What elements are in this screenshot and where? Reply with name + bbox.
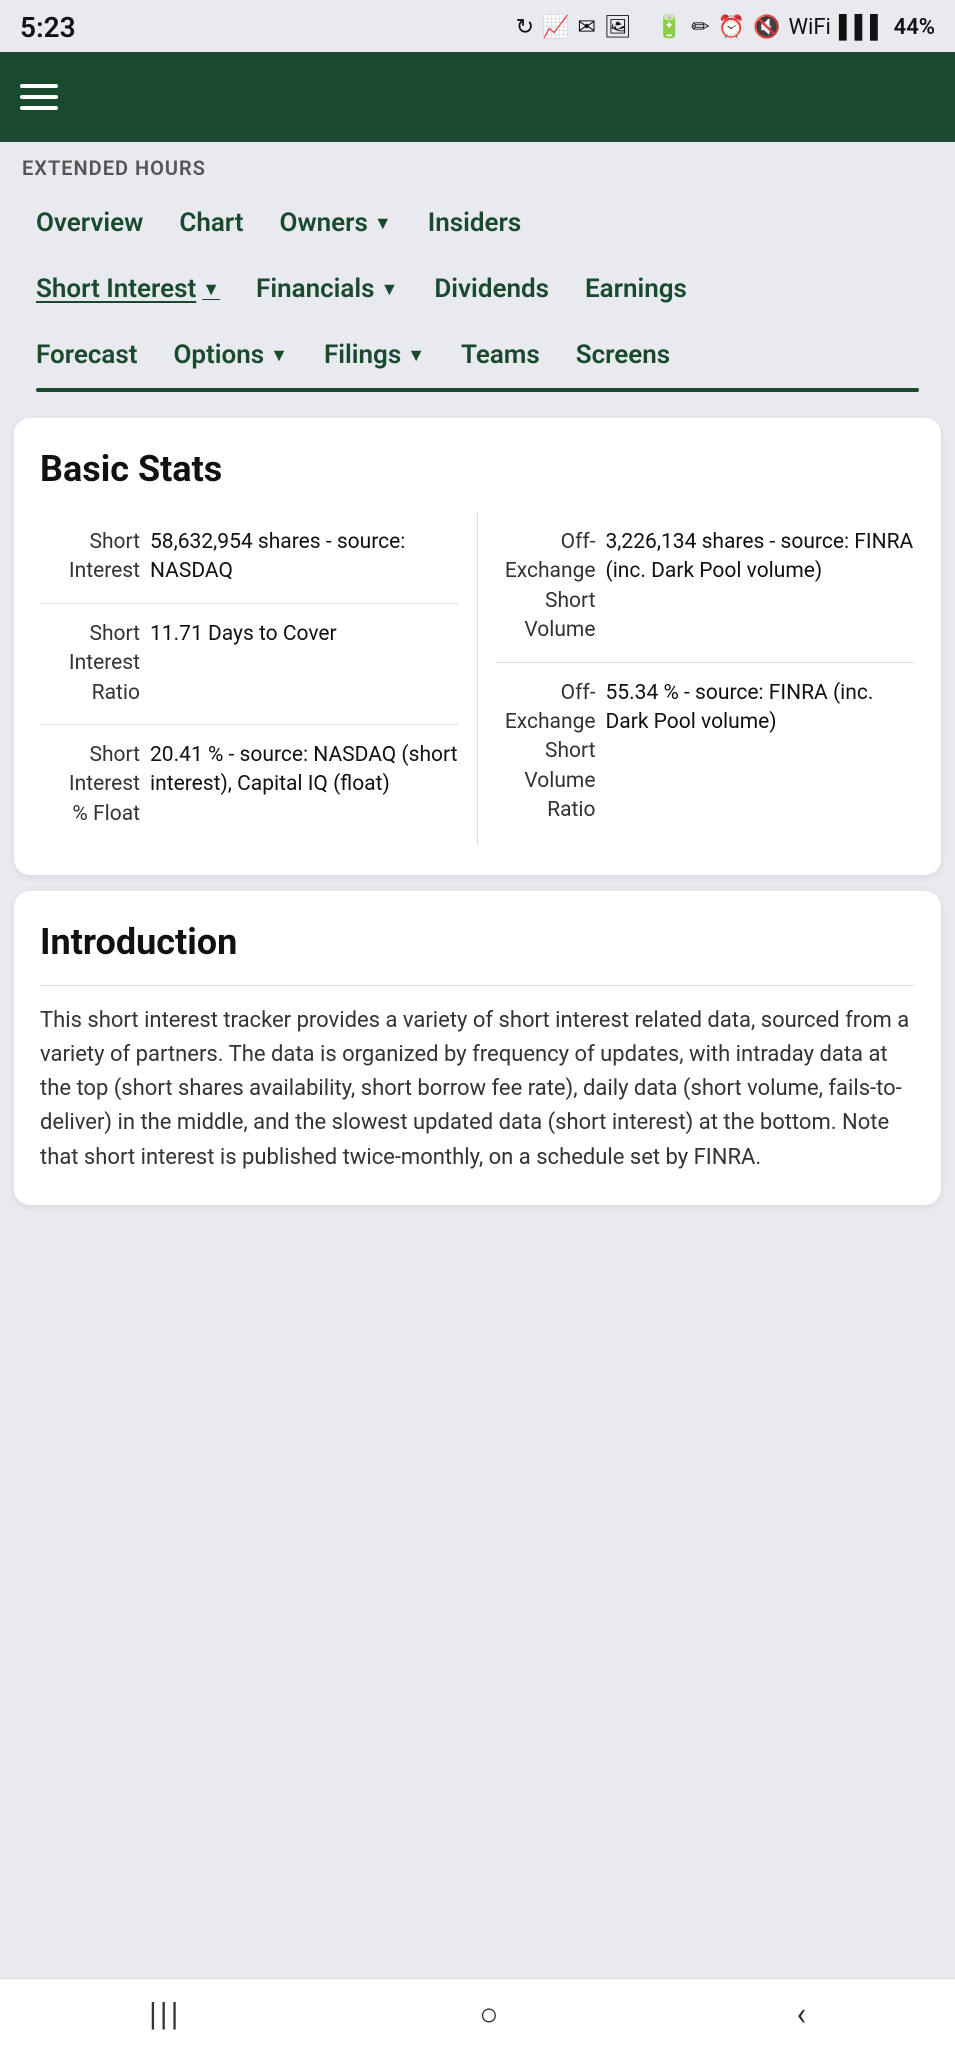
stat-value-oesvr: 55.34 % - source: FINRA (inc. Dark Pool … [606,679,916,738]
nav-item-filings[interactable]: Filings ▼ [306,330,443,380]
bottom-nav: ||| ○ ‹ [0,1978,955,2048]
nav-item-screens[interactable]: Screens [558,330,688,380]
chart-icon: 📈 [542,15,569,40]
image-icon: 🖼 [604,15,632,40]
nav-item-financials[interactable]: Financials ▼ [238,264,416,314]
basic-stats-card: Basic Stats ShortInterest 58,632,954 sha… [14,418,941,875]
hamburger-menu[interactable] [20,84,58,110]
status-bar: 5:23 ↻ 📈 ✉ 🖼 🔋 ✏ ⏰ 🔇 WiFi ▌▌▌ 44% [0,0,955,52]
battery-charging-icon: 🔋 [656,15,683,40]
introduction-text: This short interest tracker provides a v… [40,1004,915,1174]
edit-icon: ✏ [691,15,709,40]
status-icons: ↻ 📈 ✉ 🖼 🔋 ✏ ⏰ 🔇 WiFi ▌▌▌ 44% [516,14,935,40]
nav-header [0,52,955,142]
nav-divider [36,388,919,392]
stat-value-sir: 11.71 Days to Cover [150,620,459,649]
nav-row-2: Short Interest ▼ Financials ▼ Dividends … [18,256,937,322]
nav-home-button[interactable]: ○ [449,1985,528,2043]
nav-item-insiders[interactable]: Insiders [410,198,539,248]
nav-row-1: Overview Chart Owners ▼ Insiders [18,190,937,256]
stat-row-oesvr: Off-ExchangeShortVolumeRatio 55.34 % - s… [496,663,916,842]
mute-icon: 🔇 [753,15,780,40]
reload-icon: ↻ [516,15,534,40]
stat-label-sif: ShortInterest% Float [40,741,140,829]
filings-arrow: ▼ [407,345,425,366]
stats-left-column: ShortInterest 58,632,954 shares - source… [40,512,478,845]
basic-stats-title: Basic Stats [40,448,915,490]
mail-icon: ✉ [577,15,595,40]
extended-hours-label: EXTENDED HOURS [0,142,955,190]
nav-item-forecast[interactable]: Forecast [18,330,155,380]
owners-arrow: ▼ [374,213,392,234]
nav-row-3: Forecast Options ▼ Filings ▼ Teams Scree… [18,322,937,388]
financials-arrow: ▼ [381,279,399,300]
stat-label-sir: ShortInterestRatio [40,620,140,708]
stat-row-oesv: Off-ExchangeShortVolume 3,226,134 shares… [496,512,916,663]
nav-item-teams[interactable]: Teams [443,330,558,380]
wifi-icon: WiFi [788,15,830,40]
alarm-icon: ⏰ [718,15,745,40]
stat-label-oesv: Off-ExchangeShortVolume [496,528,596,646]
nav-item-chart[interactable]: Chart [161,198,261,248]
stat-value-short-interest: 58,632,954 shares - source: NASDAQ [150,528,459,587]
nav-item-options[interactable]: Options ▼ [155,330,305,380]
nav-back-button[interactable]: ||| [119,1985,211,2043]
stats-grid: ShortInterest 58,632,954 shares - source… [40,512,915,845]
short-interest-arrow: ▼ [202,279,220,300]
introduction-card: Introduction This short interest tracker… [14,891,941,1204]
stat-label-short-interest: ShortInterest [40,528,140,587]
nav-item-short-interest[interactable]: Short Interest ▼ [18,264,238,314]
nav-recent-button[interactable]: ‹ [766,1985,836,2043]
signal-icon: ▌▌▌ [839,14,886,40]
introduction-title: Introduction [40,921,915,963]
stat-value-sif: 20.41 % - source: NASDAQ (short interest… [150,741,459,800]
nav-item-overview[interactable]: Overview [18,198,161,248]
nav-tabs: Overview Chart Owners ▼ Insiders Short I… [0,190,955,392]
stat-label-oesvr: Off-ExchangeShortVolumeRatio [496,679,596,826]
nav-item-dividends[interactable]: Dividends [416,264,567,314]
stat-row-sir: ShortInterestRatio 11.71 Days to Cover [40,604,459,725]
main-content: Basic Stats ShortInterest 58,632,954 sha… [0,402,955,1221]
nav-item-owners[interactable]: Owners ▼ [262,198,410,248]
stat-row-sif: ShortInterest% Float 20.41 % - source: N… [40,725,459,845]
stat-value-oesv: 3,226,134 shares - source: FINRA (inc. D… [606,528,916,587]
options-arrow: ▼ [270,345,288,366]
stat-row-short-interest: ShortInterest 58,632,954 shares - source… [40,512,459,604]
status-time: 5:23 [20,11,76,44]
stats-right-column: Off-ExchangeShortVolume 3,226,134 shares… [478,512,916,845]
battery-percent: 44% [894,15,935,40]
nav-item-earnings[interactable]: Earnings [567,264,705,314]
